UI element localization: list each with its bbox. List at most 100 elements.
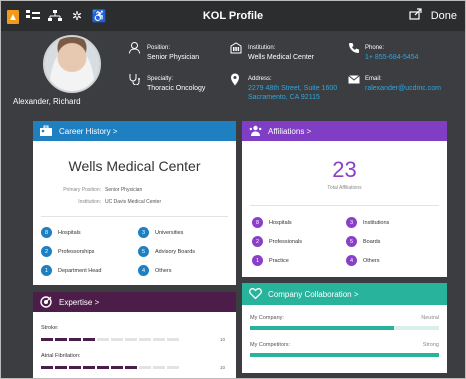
meter-segment: [167, 338, 179, 341]
specialty-value: Thoracic Oncology: [147, 85, 206, 92]
affiliations-icon: [248, 124, 262, 138]
profile-header: Alexander, Richard Position: Senior Phys…: [1, 31, 465, 113]
career-history-card: Career History > Wells Medical Center Pr…: [33, 121, 236, 285]
meter-segment: [167, 366, 179, 369]
my-competitors-label: My Competitors:: [250, 342, 291, 348]
primary-position-row: Primary Position: Senior Physician: [41, 187, 142, 193]
affil-stat-boards[interactable]: 5 Boards: [346, 236, 380, 247]
company-collaboration-header[interactable]: Company Collaboration >: [242, 283, 447, 305]
position-field: Position: Senior Physician: [147, 44, 199, 62]
position-value: Senior Physician: [147, 54, 200, 61]
window-title: KOL Profile: [202, 10, 264, 22]
stat-label: Practice: [269, 257, 289, 264]
top-bar: ▲ ✲ ♿ KOL Profile Done: [1, 1, 465, 31]
affiliations-header[interactable]: Affiliations >: [242, 121, 447, 141]
expertise-max-afib: 10: [220, 365, 226, 370]
career-stat-department-head[interactable]: 1 Department Head: [41, 265, 101, 276]
divider: [250, 205, 439, 206]
institution-field: Institution: Wells Medical Center: [248, 44, 314, 62]
stat-label: Advisory Boards: [155, 248, 196, 255]
meter-segment: [55, 366, 67, 369]
count-badge: 1: [41, 265, 52, 276]
building-icon: [230, 42, 242, 57]
stat-label: Universities: [155, 229, 184, 236]
count-badge: 2: [252, 236, 263, 247]
career-stat-professorships[interactable]: 2 Professorships: [41, 246, 94, 257]
meter-segment: [139, 366, 151, 369]
affil-stat-institutions[interactable]: 3 Institutions: [346, 217, 389, 228]
expertise-max-stroke: 10: [220, 337, 226, 342]
phone-icon: [348, 42, 360, 57]
expertise-label-stroke: Stroke:: [41, 325, 59, 331]
primary-position-label: Primary Position:: [63, 187, 101, 193]
career-stat-hospitals[interactable]: 8 Hospitals: [41, 227, 81, 238]
my-company-bar: [250, 326, 439, 330]
company-collaboration-card: Company Collaboration > My Company: Neut…: [242, 283, 447, 373]
email-icon: [348, 75, 360, 87]
career-history-header[interactable]: Career History >: [33, 121, 236, 141]
my-competitors-status: Strong: [422, 342, 439, 348]
count-badge: 8: [41, 227, 52, 238]
stethoscope-icon: [129, 73, 140, 88]
my-company-label: My Company:: [250, 315, 284, 321]
meter-segment: [153, 338, 165, 341]
meter-segment: [97, 366, 109, 369]
career-institution-row: Institution: UC Davis Medical Center: [41, 199, 161, 205]
phone-value[interactable]: 1+ 855-684-5454: [365, 53, 419, 62]
email-field: Email: ralexander@ucdmc.com: [365, 75, 441, 93]
stat-label: Institutions: [363, 219, 390, 226]
count-badge: 5: [346, 236, 357, 247]
career-history-title: Career History >: [59, 126, 118, 136]
specialty-field: Specialty: Thoracic Oncology: [147, 75, 205, 93]
kol-profile-window: ▲ ✲ ♿ KOL Profile Done Alexander, Richar…: [0, 0, 466, 379]
institution-label: Institution:: [248, 45, 276, 51]
career-stat-others[interactable]: 4 Others: [138, 265, 172, 276]
count-badge: 2: [41, 246, 52, 257]
total-affiliations-label: Total Affiliations: [327, 185, 362, 191]
meter-segment: [83, 338, 95, 341]
count-badge: 5: [138, 246, 149, 257]
target-icon: [39, 295, 53, 309]
institution-value: Wells Medical Center: [248, 54, 315, 61]
address-label: Address:: [248, 76, 272, 82]
meter-segment: [125, 366, 137, 369]
my-company-status: Neutral: [421, 315, 439, 321]
meter-segment: [125, 338, 137, 341]
my-company-bar-fill: [250, 326, 394, 330]
expertise-card: Expertise > Stroke: 10 Atrial Fibrilatio…: [33, 292, 236, 378]
position-label: Position:: [147, 45, 171, 51]
career-stat-advisory-boards[interactable]: 5 Advisory Boards: [138, 246, 195, 257]
share-icon[interactable]: [409, 8, 423, 23]
handshake-icon: [248, 286, 262, 300]
affil-stat-others[interactable]: 4 Others: [346, 255, 380, 266]
company-collaboration-title: Company Collaboration >: [268, 289, 359, 299]
count-badge: 8: [252, 217, 263, 228]
meter-segment: [139, 338, 151, 341]
stat-label: Professorships: [58, 248, 95, 255]
expertise-header[interactable]: Expertise >: [33, 292, 236, 312]
affil-stat-professionals[interactable]: 2 Professionals: [252, 236, 302, 247]
affil-stat-hospitals[interactable]: 8 Hospitals: [252, 217, 292, 228]
meter-segment: [111, 366, 123, 369]
email-label: Email:: [365, 76, 382, 82]
expertise-meter-stroke: [41, 338, 179, 341]
phone-field: Phone: 1+ 855-684-5454: [365, 44, 419, 62]
address-line-1[interactable]: 2279 48th Street, Suite 1600: [248, 84, 337, 93]
total-affiliations-count: 23: [332, 157, 357, 182]
career-icon: [39, 124, 53, 138]
email-value[interactable]: ralexander@ucdmc.com: [365, 84, 441, 93]
meter-segment: [69, 338, 81, 341]
meter-segment: [153, 366, 165, 369]
primary-position-value: Senior Physician: [105, 187, 143, 193]
career-stat-universities[interactable]: 3 Universities: [138, 227, 183, 238]
affil-stat-practice[interactable]: 1 Practice: [252, 255, 289, 266]
meter-segment: [83, 366, 95, 369]
specialty-label: Specialty:: [147, 76, 174, 82]
address-line-2[interactable]: Sacramento, CA 92115: [248, 93, 337, 102]
career-institution-title: Wells Medical Center: [68, 158, 201, 174]
my-competitors-bar-fill: [250, 353, 439, 357]
done-button[interactable]: Done: [431, 10, 457, 22]
doctor-name: Alexander, Richard: [13, 97, 81, 106]
career-institution-value: UC Davis Medical Center: [105, 199, 162, 205]
avatar: [43, 35, 101, 93]
